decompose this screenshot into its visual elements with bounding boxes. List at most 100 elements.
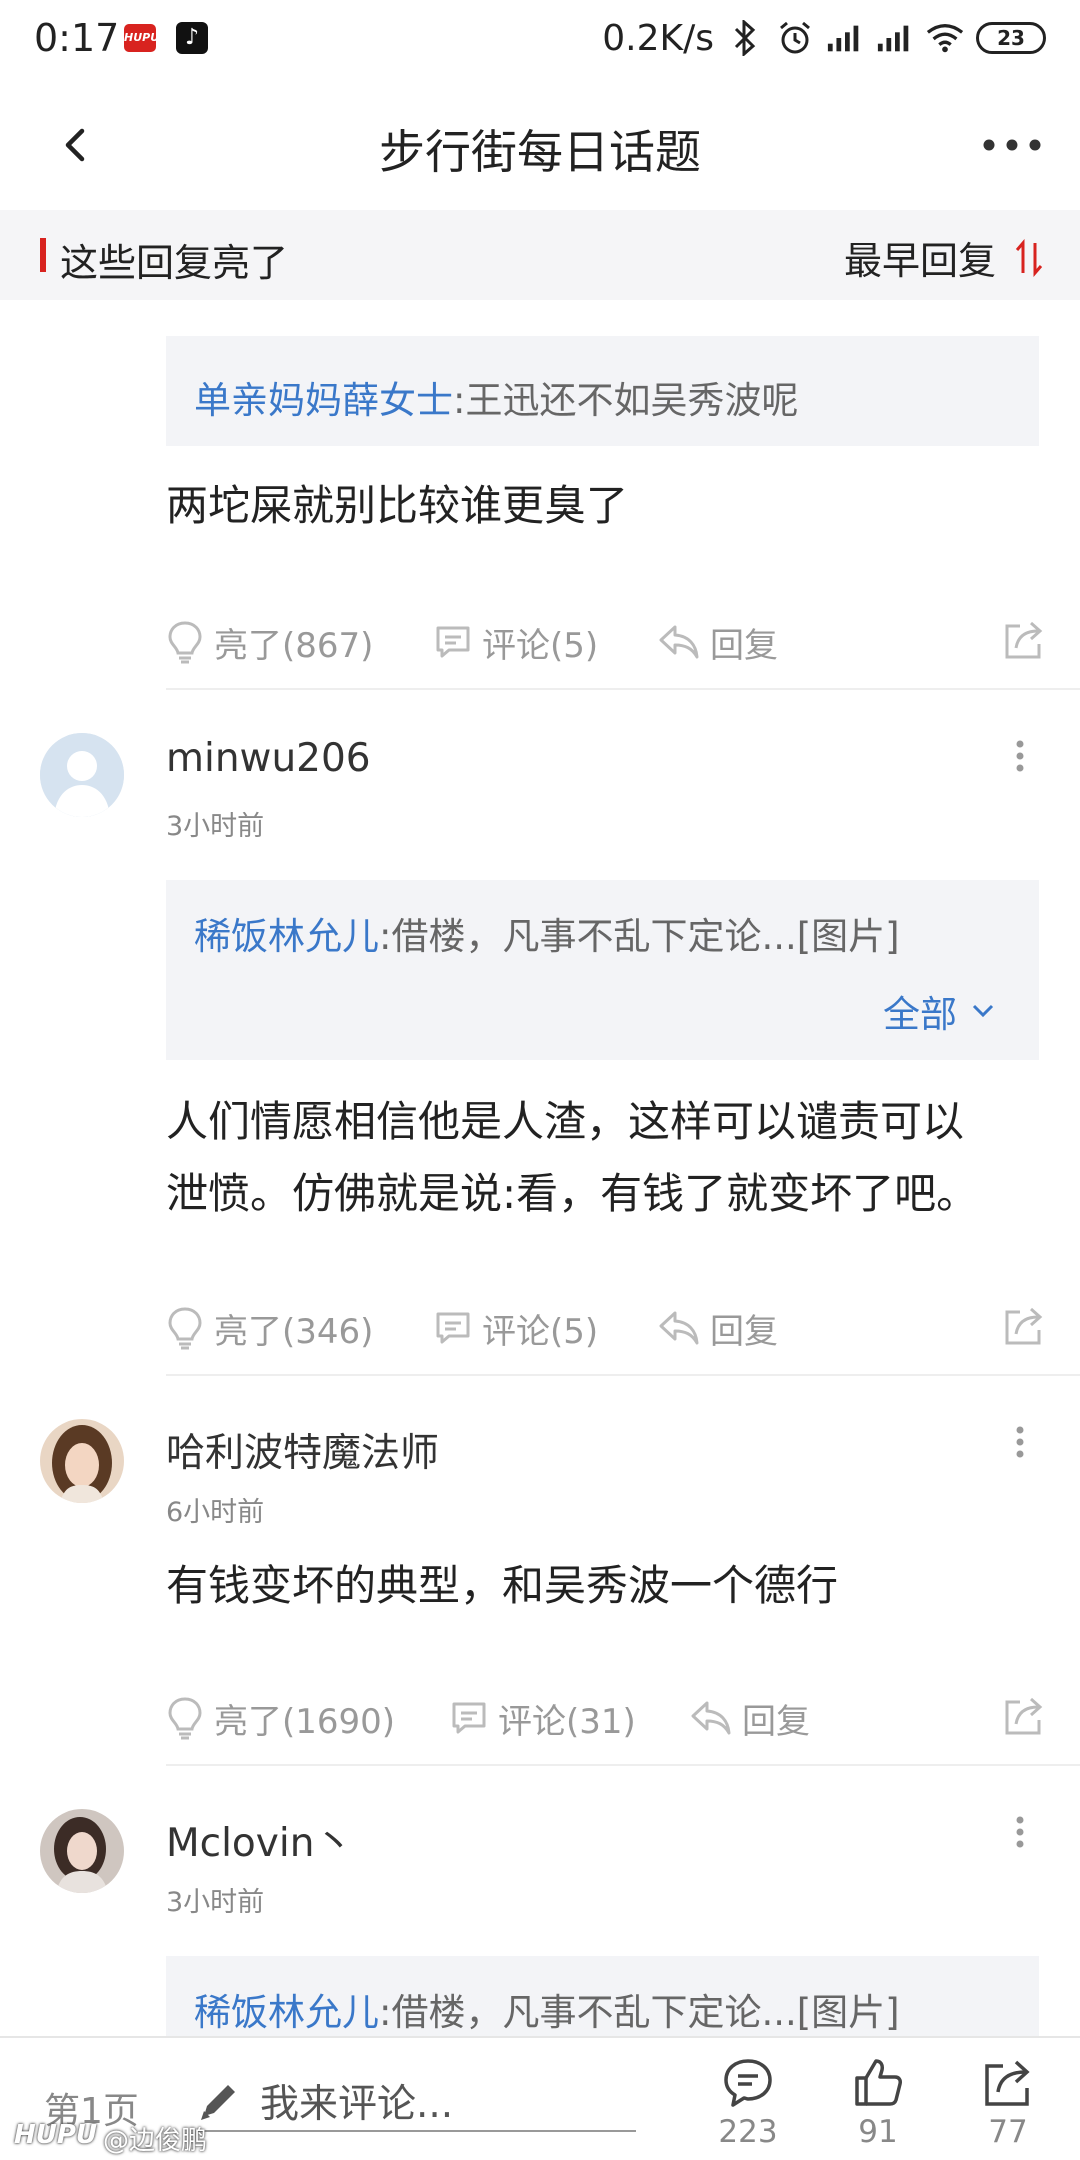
reply-body: 有钱变坏的典型，和吴秀波一个德行	[166, 1561, 839, 1610]
status-time: 0:17	[34, 16, 120, 60]
vertical-dots-icon	[1016, 1426, 1024, 1458]
sort-button[interactable]: 最早回复	[844, 230, 1044, 285]
share-button[interactable]	[1002, 1304, 1046, 1352]
avatar[interactable]	[40, 1809, 124, 1893]
avatar[interactable]	[40, 1419, 124, 1503]
reply-body-line: 泄愤。仿佛就是说:看，有钱了就变坏了吧。	[166, 1169, 979, 1218]
wifi-icon	[926, 19, 964, 57]
username[interactable]: Mclovin丶	[166, 1812, 353, 1868]
top-nav-bar: 步行街每日话题	[0, 80, 1080, 210]
watermark-handle: @边俊鹏	[103, 2126, 208, 2156]
reply-button[interactable]: 回复	[658, 612, 778, 672]
comment-icon	[436, 1312, 470, 1344]
like-count: 亮了(1690)	[214, 1701, 396, 1742]
divider	[166, 1764, 1080, 1766]
quote-author[interactable]: 稀饭林允儿	[194, 1991, 379, 2034]
lightbulb-icon	[168, 1307, 202, 1350]
username[interactable]: 哈利波特魔法师	[166, 1422, 439, 1478]
vertical-dots-icon	[1016, 740, 1024, 772]
reply-more-button[interactable]	[1000, 1802, 1040, 1862]
comments-button[interactable]: 223	[708, 2056, 788, 2150]
reply-actions: 亮了(346) 评论(5) 回复	[166, 1298, 1046, 1358]
share-icon	[1005, 1697, 1043, 1735]
share-icon	[1005, 621, 1043, 659]
like-post-button[interactable]: 91	[838, 2056, 918, 2150]
section-marker	[40, 238, 46, 272]
quote-text: :借楼，凡事不乱下定论...[图片]	[379, 915, 900, 958]
quoted-reply[interactable]: 稀饭林允儿:借楼，凡事不乱下定论...[图片] 全部	[166, 880, 1039, 1060]
light-button[interactable]: 亮了(1690)	[166, 1688, 395, 1748]
post-time: 3小时前	[166, 1887, 265, 1918]
reply-icon	[691, 1701, 731, 1735]
expand-quote-button[interactable]: 全部	[883, 984, 995, 1038]
like-total: 91	[858, 2114, 898, 2150]
like-count: 亮了(346)	[214, 1311, 374, 1352]
reply-body-line: 人们情愿相信他是人渣，这样可以谴责可以	[166, 1097, 965, 1146]
bluetooth-icon	[726, 19, 764, 57]
signal-icon-2	[876, 19, 914, 57]
lightbulb-icon	[168, 621, 202, 664]
divider	[166, 1374, 1080, 1376]
battery-indicator: 23	[976, 22, 1046, 54]
vertical-dots-icon	[1016, 1816, 1024, 1848]
lightbulb-icon	[168, 1697, 202, 1740]
reply-actions: 亮了(1690) 评论(31) 回复	[166, 1688, 1046, 1748]
reply-icon	[659, 1311, 699, 1345]
comment-icon	[724, 2059, 772, 2107]
comment-count: 评论(31)	[498, 1701, 636, 1742]
more-dots-icon	[983, 139, 1041, 151]
sort-label: 最早回复	[843, 239, 996, 283]
share-icon	[1005, 1307, 1043, 1345]
expand-label: 全部	[883, 993, 957, 1036]
comment-count: 评论(5)	[482, 625, 599, 666]
alarm-icon	[776, 19, 814, 57]
hupu-notification-icon: HUPU	[124, 24, 159, 52]
avatar[interactable]	[40, 733, 124, 817]
highlighted-replies-bar: 这些回复亮了 最早回复	[0, 210, 1080, 300]
share-post-button[interactable]: 77	[968, 2056, 1048, 2150]
watermark-logo: HUPU	[14, 2120, 98, 2150]
reply-button[interactable]: 回复	[690, 1688, 810, 1748]
comment-button[interactable]: 评论(5)	[434, 1298, 598, 1358]
reply-more-button[interactable]	[1000, 1412, 1040, 1472]
reply-body: 人们情愿相信他是人渣，这样可以谴责可以 泄愤。仿佛就是说:看，有钱了就变坏了吧。	[166, 1086, 1046, 1230]
reply-icon	[659, 625, 699, 659]
quote-author[interactable]: 单亲妈妈薛女士	[194, 379, 453, 422]
comment-input[interactable]: 我来评论...	[196, 2072, 636, 2132]
comment-button[interactable]: 评论(5)	[434, 612, 598, 672]
reply-body: 两坨屎就别比较谁更臭了	[166, 481, 629, 530]
quote-text: :王迅还不如吴秀波呢	[453, 379, 799, 422]
network-speed: 0.2K/s	[602, 17, 714, 59]
quoted-reply[interactable]: 稀饭林允儿:借楼，凡事不乱下定论...[图片]	[166, 1956, 1039, 2036]
light-button[interactable]: 亮了(346)	[166, 1298, 373, 1358]
comment-icon	[452, 1702, 486, 1734]
quote-author[interactable]: 稀饭林允儿	[194, 915, 379, 958]
section-title: 这些回复亮了	[60, 241, 289, 285]
watermark: HUPU @边俊鹏	[14, 2120, 207, 2157]
username[interactable]: minwu206	[166, 736, 371, 781]
light-button[interactable]: 亮了(867)	[166, 612, 373, 672]
post-time: 3小时前	[166, 811, 265, 842]
page-title: 步行街每日话题	[379, 125, 701, 179]
comment-icon	[436, 626, 470, 658]
comment-placeholder: 我来评论...	[260, 2082, 454, 2127]
quoted-reply[interactable]: 单亲妈妈薛女士:王迅还不如吴秀波呢	[166, 336, 1039, 446]
like-count: 亮了(867)	[214, 625, 374, 666]
reply-label: 回复	[742, 1701, 810, 1742]
reply-button[interactable]: 回复	[658, 1298, 778, 1358]
comment-total: 223	[718, 2114, 778, 2150]
sort-icon	[1015, 238, 1043, 277]
comment-button[interactable]: 评论(31)	[450, 1688, 636, 1748]
share-button[interactable]	[1002, 1694, 1046, 1742]
reply-more-button[interactable]	[1000, 726, 1040, 786]
thumbs-up-icon	[855, 2059, 902, 2106]
divider	[166, 688, 1080, 690]
reply-label: 回复	[710, 1311, 778, 1352]
reply-actions: 亮了(867) 评论(5) 回复	[166, 612, 1046, 672]
share-total: 77	[988, 2114, 1028, 2150]
more-options-button[interactable]	[972, 110, 1052, 180]
share-button[interactable]	[1002, 618, 1046, 666]
post-time: 6小时前	[166, 1497, 265, 1528]
signal-icon	[826, 19, 864, 57]
status-bar: 0:17 HUPU ♪ 0.2K/s 23	[0, 0, 1080, 80]
